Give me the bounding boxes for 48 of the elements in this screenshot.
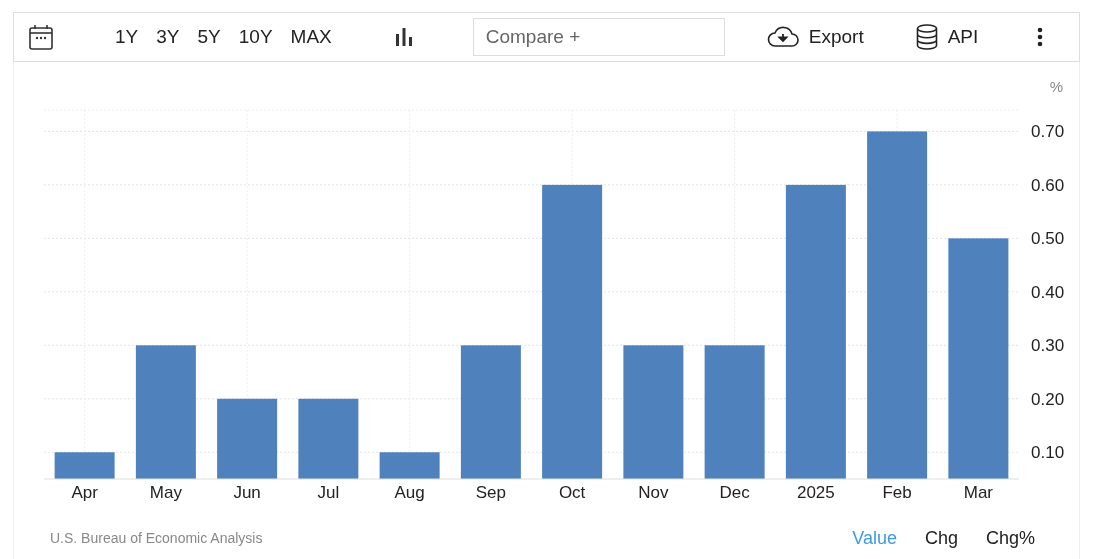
bar[interactable]: [785, 184, 846, 479]
y-axis-label: 0.10: [1031, 443, 1065, 463]
y-axis-label: 0.60: [1031, 175, 1065, 195]
x-axis-label: Oct: [558, 483, 586, 502]
y-axis-label: 0.70: [1031, 122, 1065, 142]
source-text: U.S. Bureau of Economic Analysis: [50, 530, 263, 546]
bar[interactable]: [217, 398, 278, 479]
x-axis-label: Dec: [719, 483, 750, 502]
range-button[interactable]: 1Y: [108, 22, 146, 52]
bar[interactable]: [623, 345, 684, 479]
bar[interactable]: [542, 184, 603, 479]
x-axis-label: Apr: [71, 483, 98, 502]
compare-field[interactable]: Compare +: [472, 18, 725, 56]
export-button[interactable]: Export: [760, 22, 870, 52]
x-axis-label: Jun: [233, 483, 261, 502]
y-axis-label: 0.20: [1031, 389, 1065, 409]
bar[interactable]: [54, 452, 115, 479]
y-axis-label: 0.30: [1031, 336, 1065, 356]
cloud-download-icon: [766, 26, 799, 48]
bar[interactable]: [135, 345, 196, 479]
bar[interactable]: [704, 345, 765, 479]
x-axis-label: May: [149, 483, 182, 502]
api-button[interactable]: API: [909, 20, 985, 54]
bar-chart-icon[interactable]: [394, 28, 413, 46]
y-axis-label: 0.40: [1031, 282, 1065, 302]
range-button[interactable]: 5Y: [190, 22, 228, 52]
range-button[interactable]: 10Y: [231, 22, 280, 52]
bar[interactable]: [948, 238, 1009, 479]
x-axis-label: Jul: [317, 483, 340, 502]
y-axis-label: 0.50: [1031, 229, 1065, 249]
range-button[interactable]: 3Y: [149, 22, 187, 52]
x-axis-label: Mar: [963, 483, 993, 502]
x-axis-label: Sep: [475, 483, 506, 502]
mode-tab[interactable]: Chg%: [981, 525, 1039, 551]
bar[interactable]: [379, 452, 440, 479]
x-axis-label: Aug: [394, 483, 425, 502]
mode-tab[interactable]: Chg: [920, 525, 962, 551]
bar[interactable]: [867, 131, 928, 479]
range-button[interactable]: MAX: [283, 22, 339, 52]
database-icon: [915, 24, 938, 50]
calendar-icon[interactable]: [29, 24, 53, 50]
unit-label: %: [1049, 78, 1063, 95]
bar[interactable]: [460, 345, 521, 479]
more-menu-icon[interactable]: [1037, 27, 1044, 47]
bar[interactable]: [298, 398, 359, 479]
x-axis-label: Feb: [882, 483, 912, 502]
x-axis-label: 2025: [796, 483, 835, 502]
x-axis-label: Nov: [638, 483, 669, 502]
